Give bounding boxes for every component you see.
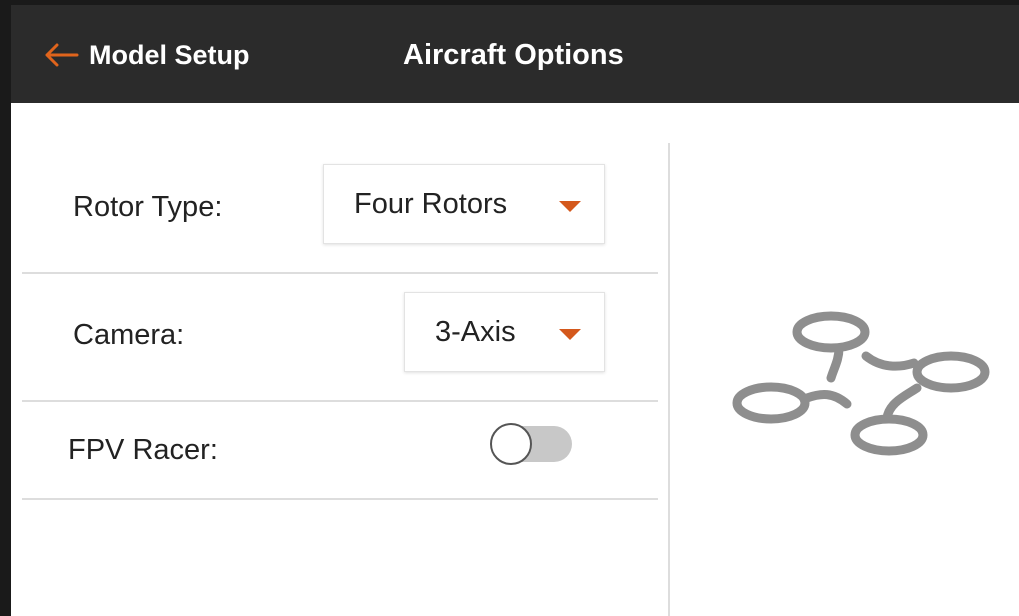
page-title: Aircraft Options [403,39,624,71]
fpv-racer-label: FPV Racer: [68,434,218,466]
camera-value: 3-Axis [435,315,516,348]
panel-divider [668,143,670,616]
back-arrow-icon [45,43,79,67]
back-label: Model Setup [89,39,250,70]
camera-label: Camera: [73,319,185,351]
row-divider [22,400,658,402]
quadcopter-icon [732,311,990,456]
chevron-down-icon [559,329,581,340]
app-frame: Model Setup Aircraft Options Rotor Type:… [0,0,1019,616]
row-divider [22,272,658,274]
content-area: Rotor Type: Four Rotors Camera: 3-Axis F… [11,103,1019,616]
rotor-type-dropdown[interactable]: Four Rotors [323,164,605,244]
row-divider [22,498,658,500]
fpv-racer-toggle[interactable] [490,423,574,465]
toggle-knob [490,423,532,465]
top-bar: Model Setup Aircraft Options [11,5,1019,103]
chevron-down-icon [559,201,581,212]
back-button[interactable]: Model Setup [43,35,250,75]
camera-dropdown[interactable]: 3-Axis [404,292,605,372]
rotor-type-label: Rotor Type: [73,191,223,223]
rotor-type-value: Four Rotors [354,187,508,220]
